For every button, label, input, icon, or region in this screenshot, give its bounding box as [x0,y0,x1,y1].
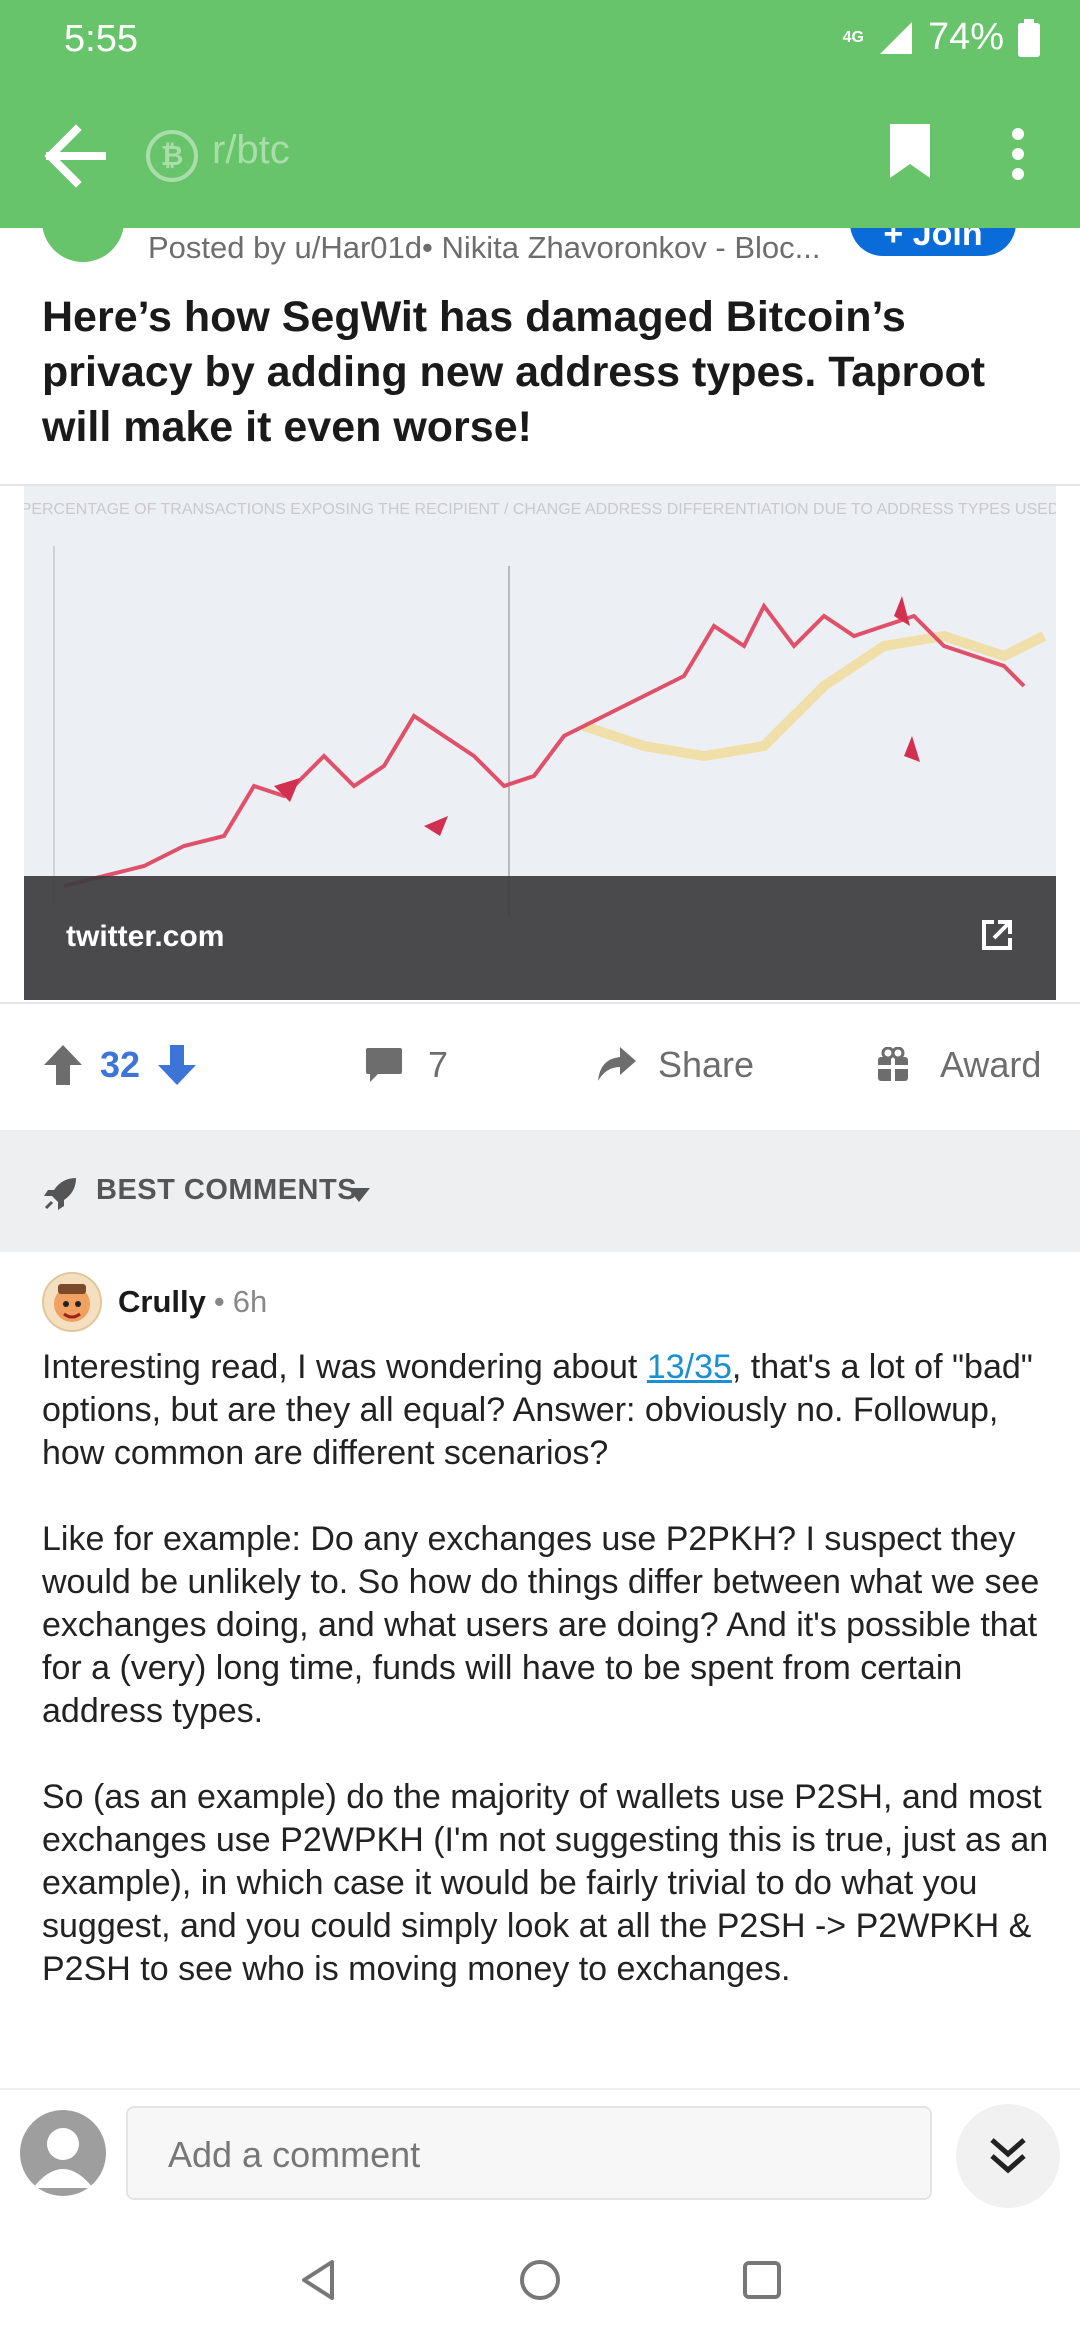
award-gift-icon [878,1047,908,1081]
rocket-icon [44,1178,76,1210]
award-button[interactable]: Award [876,1000,1041,1130]
commenter-avatar[interactable] [42,1272,102,1332]
upvote-arrow-icon[interactable] [44,1045,82,1085]
chevron-down-icon [348,1188,370,1202]
post-action-bar: 32 7 Share Award [0,1000,1080,1130]
comment-age: 6h [232,1284,268,1319]
comment: Crully • 6h Interesting read, I was wond… [42,1270,1052,1991]
comment-link[interactable]: 13/35 [647,1348,732,1386]
signal-icon [879,21,912,54]
downvote-arrow-icon[interactable] [158,1045,197,1085]
share-arrow-icon [598,1047,636,1081]
comment-placeholder: Add a comment [168,2134,421,2175]
status-bar: 5:55 4G 74% [0,0,1080,80]
recents-square-icon[interactable] [740,2258,784,2302]
app-header: ₿ r/btc [0,80,1080,228]
more-options-icon[interactable] [1010,126,1026,182]
comment-paragraph-2: Like for example: Do any exchanges use P… [42,1520,1040,1730]
network-label: 4G [842,28,864,46]
battery-percent: 74% [927,16,1004,58]
vote-group: 32 [44,1000,197,1130]
comment-count: 7 [428,1044,449,1085]
system-nav-bar [0,2218,1080,2340]
separator-dot: • [213,1284,225,1319]
vote-count: 32 [100,1044,141,1085]
post-title[interactable]: Here’s how SegWit has damaged Bitcoin’s … [42,290,1042,455]
back-arrow-icon[interactable] [40,124,110,188]
preview-chart-title: PERCENTAGE OF TRANSACTIONS EXPOSING THE … [24,501,1056,518]
user-avatar-icon[interactable] [20,2110,106,2196]
status-time: 5:55 [64,18,138,60]
comment-author[interactable]: Crully [118,1284,206,1320]
link-preview[interactable]: PERCENTAGE OF TRANSACTIONS EXPOSING THE … [0,484,1080,1004]
bitcoin-icon: ₿ [146,130,198,182]
post-meta[interactable]: Posted by u/Har01d• Nikita Zhavoronkov -… [148,230,838,266]
award-label: Award [940,1044,1042,1085]
home-circle-icon[interactable] [518,2258,562,2302]
battery-icon [1018,18,1040,57]
comment-bubble-icon [366,1048,402,1082]
share-label: Share [658,1044,755,1085]
subreddit-name[interactable]: r/btc [212,128,290,173]
comment-input-bar: Add a comment [0,2088,1080,2220]
external-link-icon[interactable] [980,918,1014,952]
comments-button[interactable]: 7 [364,1000,448,1130]
comment-paragraph-3: So (as an example) do the majority of wa… [42,1778,1049,1988]
back-triangle-icon[interactable] [296,2258,340,2302]
preview-domain-bar: twitter.com [24,876,1056,1000]
link-domain: twitter.com [66,920,225,953]
double-chevron-down-icon [990,2138,1026,2174]
comments-sort-bar[interactable]: BEST COMMENTS [0,1130,1080,1252]
add-comment-input[interactable]: Add a comment [126,2106,932,2200]
bookmark-icon[interactable] [890,124,930,178]
scroll-down-button[interactable] [956,2104,1060,2208]
share-button[interactable]: Share [596,1000,754,1130]
comment-header: Crully • 6h [42,1270,1052,1334]
comment-paragraph-1: Interesting read, I was wondering about … [42,1348,1033,1472]
sort-label: BEST COMMENTS [96,1174,358,1206]
